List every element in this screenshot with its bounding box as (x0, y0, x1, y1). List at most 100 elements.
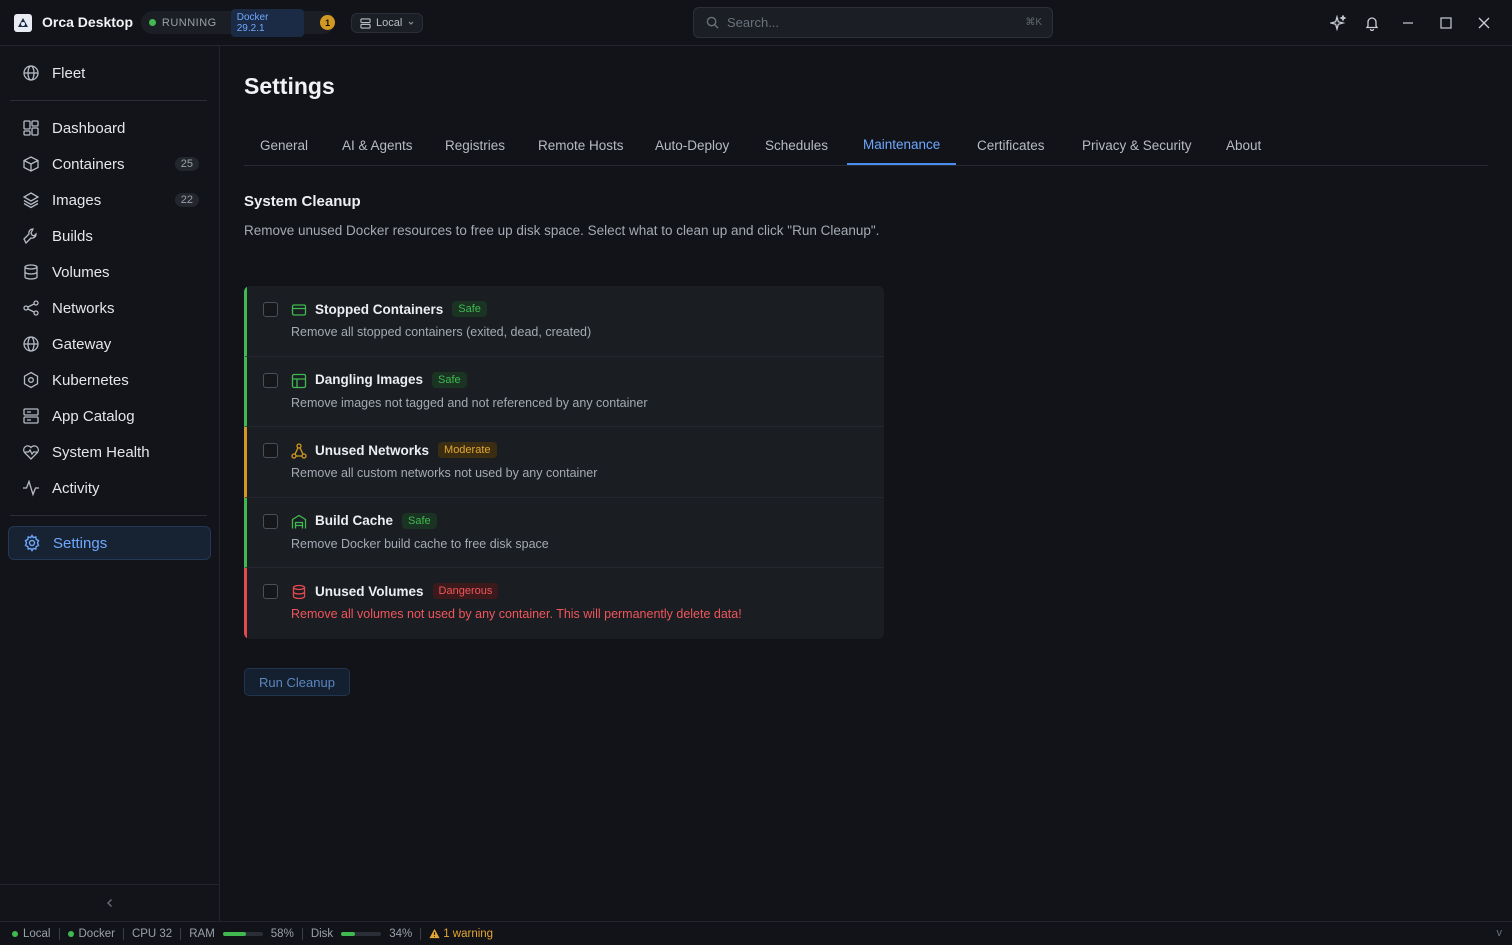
cleanup-item-stopped-containers[interactable]: Stopped Containers Safe Remove all stopp… (244, 286, 884, 357)
search-input[interactable] (727, 15, 1026, 30)
close-window-button[interactable] (1474, 13, 1494, 33)
heart-pulse-icon (23, 445, 39, 460)
disk-usage-fill (341, 931, 355, 936)
status-host: Local (12, 928, 51, 940)
sidebar-item-containers[interactable]: Containers 25 (8, 147, 211, 181)
minimize-icon (1403, 22, 1413, 24)
tab-maintenance[interactable]: Maintenance (847, 126, 957, 165)
item-title: Stopped Containers (315, 301, 444, 317)
title-bar: Orca Desktop RUNNING Docker 29.2.1 1 Loc… (0, 0, 1512, 46)
database-icon (292, 584, 306, 600)
tab-registries[interactable]: Registries (429, 126, 521, 165)
sidebar-divider (10, 515, 207, 516)
page-title: Settings (244, 73, 335, 99)
item-title: Unused Networks (315, 442, 430, 458)
sidebar-item-volumes[interactable]: Volumes (8, 255, 211, 289)
tab-ai-agents[interactable]: AI & Agents (326, 126, 429, 165)
tab-remote-hosts[interactable]: Remote Hosts (522, 126, 640, 165)
search-shortcut: ⌘K (1025, 17, 1042, 28)
warning-count-badge[interactable]: 1 (320, 15, 335, 30)
item-description: Remove all custom networks not used by a… (291, 466, 598, 480)
tab-schedules[interactable]: Schedules (749, 126, 844, 165)
run-cleanup-button[interactable]: Run Cleanup (244, 668, 350, 696)
section-description: Remove unused Docker resources to free u… (244, 223, 880, 238)
engine-status-pill[interactable]: RUNNING Docker 29.2.1 1 (141, 8, 335, 37)
settings-tabs: General AI & Agents Registries Remote Ho… (244, 126, 1488, 166)
stopped-containers-checkbox[interactable] (263, 302, 278, 317)
unused-volumes-checkbox[interactable] (263, 584, 278, 599)
server-icon (360, 17, 371, 29)
status-separator (301, 927, 303, 940)
sidebar-item-system-health[interactable]: System Health (8, 435, 211, 469)
ram-usage-fill (222, 931, 246, 936)
collapse-sidebar-button[interactable] (0, 884, 219, 921)
tab-auto-deploy[interactable]: Auto-Deploy (639, 126, 745, 165)
sidebar-item-kubernetes[interactable]: Kubernetes (8, 363, 211, 397)
search-icon (706, 16, 719, 29)
section-title: System Cleanup (244, 193, 361, 210)
chevron-left-icon (106, 899, 112, 907)
safe-badge: Safe (452, 301, 487, 317)
sidebar-item-activity[interactable]: Activity (8, 471, 211, 505)
tab-about[interactable]: About (1210, 126, 1277, 165)
share-icon (23, 300, 39, 316)
cleanup-item-unused-networks[interactable]: Unused Networks Moderate Remove all cust… (244, 427, 884, 498)
tab-privacy-security[interactable]: Privacy & Security (1066, 126, 1208, 165)
sidebar-divider (10, 100, 207, 101)
maximize-button[interactable] (1436, 13, 1456, 33)
sidebar-item-images[interactable]: Images 22 (8, 183, 211, 217)
sidebar-item-networks[interactable]: Networks (8, 291, 211, 325)
bell-icon (1365, 17, 1379, 31)
minimize-button[interactable] (1398, 13, 1418, 33)
dashboard-icon (23, 120, 39, 136)
version-label: v (1496, 927, 1503, 939)
dangling-images-checkbox[interactable] (263, 372, 278, 388)
cleanup-options-list: Stopped Containers Safe Remove all stopp… (244, 286, 884, 639)
ram-usage-bar (222, 931, 263, 936)
kubernetes-icon (23, 371, 39, 389)
layers-icon (22, 192, 40, 209)
search-bar[interactable]: ⌘K (693, 7, 1053, 38)
notifications-button[interactable] (1362, 13, 1382, 33)
tab-general[interactable]: General (244, 126, 324, 165)
ai-sparkle-button[interactable] (1328, 13, 1348, 33)
images-count-badge: 22 (174, 193, 199, 207)
network-icon (291, 443, 307, 459)
warning-triangle-icon (429, 928, 440, 939)
sidebar-item-fleet[interactable]: Fleet (8, 56, 211, 90)
cleanup-item-build-cache[interactable]: Build Cache Safe Remove Docker build cac… (244, 497, 884, 568)
item-description: Remove Docker build cache to free disk s… (291, 536, 549, 551)
cleanup-item-unused-volumes[interactable]: Unused Volumes Dangerous Remove all volu… (244, 568, 884, 639)
globe-icon (23, 65, 39, 81)
build-cache-checkbox[interactable] (263, 513, 278, 529)
sidebar-item-app-catalog[interactable]: App Catalog (8, 399, 211, 433)
item-description: Remove all volumes not used by any conta… (291, 607, 742, 621)
sidebar-item-builds[interactable]: Builds (8, 219, 211, 253)
app-name: Orca Desktop (42, 14, 134, 30)
status-separator (180, 927, 182, 940)
sparkle-icon (1330, 15, 1346, 31)
sidebar-item-settings[interactable]: Settings (8, 526, 211, 560)
cleanup-item-dangling-images[interactable]: Dangling Images Safe Remove images not t… (244, 356, 884, 427)
database-icon (24, 264, 38, 280)
host-selector[interactable]: Local (351, 13, 423, 33)
item-title: Unused Volumes (315, 583, 424, 599)
sidebar-item-gateway[interactable]: Gateway (8, 327, 211, 361)
tab-certificates[interactable]: Certificates (961, 126, 1061, 165)
unused-networks-checkbox[interactable] (263, 443, 278, 458)
status-warning[interactable]: 1 warning (429, 928, 493, 940)
status-disk: Disk 34% (310, 927, 413, 940)
item-description: Remove all stopped containers (exited, d… (291, 325, 592, 339)
maximize-icon (1440, 17, 1452, 29)
close-icon (1478, 17, 1490, 29)
item-description: Remove images not tagged and not referen… (291, 395, 648, 410)
sidebar-item-dashboard[interactable]: Dashboard (8, 111, 211, 145)
status-separator (58, 927, 60, 940)
status-cpu: CPU 32 (131, 927, 173, 940)
safe-badge: Safe (432, 371, 467, 388)
activity-icon (23, 479, 39, 497)
image-layout-icon (291, 373, 307, 388)
catalog-icon (23, 408, 39, 424)
warehouse-icon (291, 514, 307, 528)
globe-icon (23, 336, 39, 352)
